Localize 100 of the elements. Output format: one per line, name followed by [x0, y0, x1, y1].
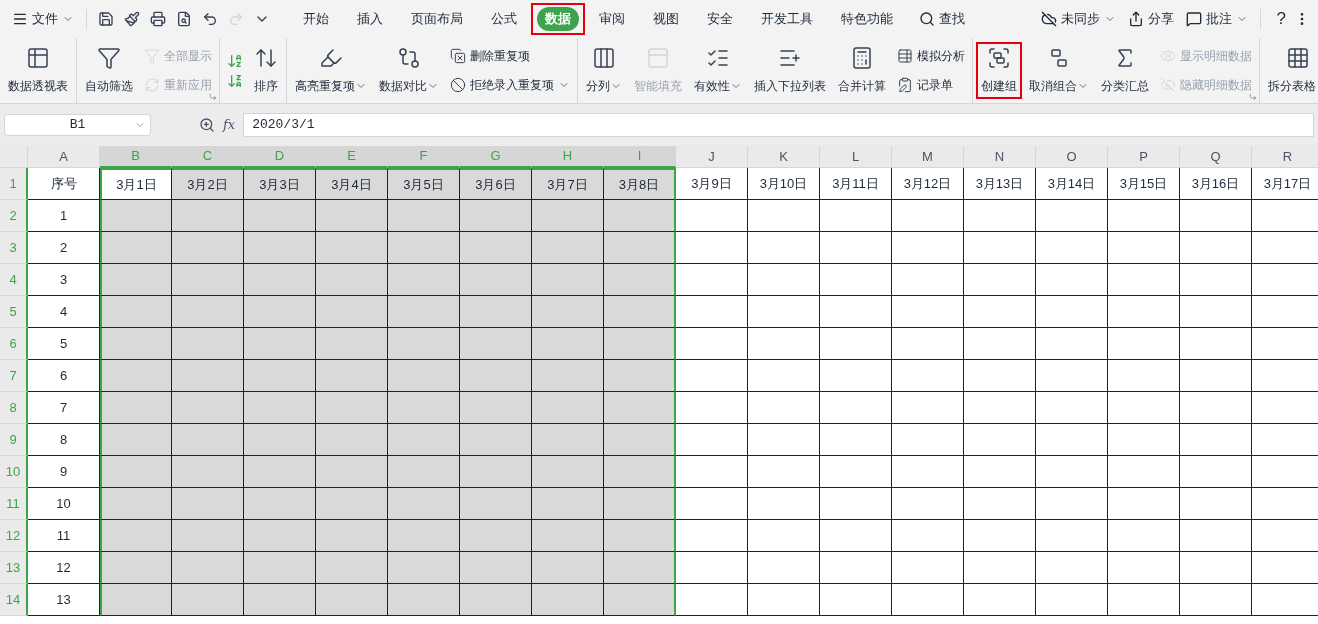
ribbon-button[interactable]: 自动筛选 [80, 42, 138, 99]
ribbon-tab[interactable]: 开发工具 [753, 7, 821, 31]
ribbon-button[interactable]: 插入下拉列表 [749, 42, 831, 99]
table-cell [532, 360, 604, 392]
share-button[interactable]: 分享 [1127, 9, 1174, 29]
table-cell [100, 264, 172, 296]
table-cell [244, 456, 316, 488]
formula-field[interactable]: 2020/3/1 [243, 113, 1314, 137]
ribbon-button[interactable]: 分列 [581, 42, 627, 99]
ribbon-tab[interactable]: 插入 [349, 7, 391, 31]
table-cell [244, 488, 316, 520]
ribbon-button[interactable]: 排序 [249, 42, 283, 99]
table-cell [316, 200, 388, 232]
table-cell [460, 328, 532, 360]
table-cell [100, 552, 172, 584]
table-cell [892, 264, 964, 296]
table-cell [244, 392, 316, 424]
table-cell [892, 232, 964, 264]
ribbon-tab[interactable]: 特色功能 [833, 7, 901, 31]
table-cell [1036, 520, 1108, 552]
table-cell [1180, 264, 1252, 296]
ribbon-tab[interactable]: 视图 [645, 7, 687, 31]
table-cell: 3月14日 [1036, 168, 1108, 200]
table-cell [172, 296, 244, 328]
ribbon-button[interactable]: 高亮重复项 [290, 42, 372, 99]
ribbon-button[interactable]: 拆分表格 [1263, 42, 1318, 99]
table-cell: 3月6日 [460, 168, 532, 200]
table-cell [316, 328, 388, 360]
table-cell [100, 328, 172, 360]
table-cell [964, 456, 1036, 488]
table-cell [892, 296, 964, 328]
table-cell [388, 264, 460, 296]
table-cell [460, 392, 532, 424]
table-cell [100, 200, 172, 232]
table-cell [532, 296, 604, 328]
sort-descending-button[interactable] [227, 72, 243, 89]
table-cell [1108, 328, 1180, 360]
ribbon-tab[interactable]: 公式 [483, 7, 525, 31]
table-cell [244, 296, 316, 328]
table-cell [964, 200, 1036, 232]
table-cell [820, 232, 892, 264]
table-icon [26, 46, 50, 70]
table-cell [316, 296, 388, 328]
table-cell [1108, 584, 1180, 616]
ribbon-button[interactable]: 数据透视表 [3, 42, 73, 99]
zoom-icon[interactable] [199, 117, 215, 133]
ribbon-tab[interactable]: 安全 [699, 7, 741, 31]
table-cell [676, 392, 748, 424]
ribbon-small-button[interactable]: 删除重复项 [450, 47, 570, 66]
table-cell [460, 488, 532, 520]
ribbon-button[interactable]: 分类汇总 [1096, 42, 1154, 99]
table-cell [676, 552, 748, 584]
table-cell [172, 488, 244, 520]
table-cell [820, 552, 892, 584]
ribbon-small-button[interactable]: 拒绝录入重复项 [450, 75, 570, 94]
table-cell [100, 392, 172, 424]
table-cell [460, 296, 532, 328]
ribbon-button[interactable]: 有效性 [689, 42, 747, 99]
ribbon-tab[interactable]: 开始 [295, 7, 337, 31]
table-cell: 3月7日 [532, 168, 604, 200]
sort-ascending-button[interactable] [227, 52, 243, 69]
ribbon-tab[interactable]: 审阅 [591, 7, 633, 31]
help-button[interactable]: ? [1272, 6, 1290, 32]
table-cell [316, 392, 388, 424]
table-cell [244, 520, 316, 552]
table-cell [100, 488, 172, 520]
table-cell [388, 360, 460, 392]
table-cell [1036, 328, 1108, 360]
printer-icon [150, 11, 166, 27]
name-box[interactable]: B1 [4, 114, 151, 136]
ribbon-small-button[interactable]: 记录单 [897, 75, 965, 94]
ribbon-button[interactable]: 数据对比 [374, 42, 444, 99]
table-cell [892, 328, 964, 360]
table-cell [820, 200, 892, 232]
table-cell [1036, 456, 1108, 488]
table-cell [172, 392, 244, 424]
ribbon-button[interactable]: 合并计算 [833, 42, 891, 99]
comment-button[interactable]: 批注 [1185, 9, 1248, 29]
ribbon-tab[interactable]: 页面布局 [403, 7, 471, 31]
ribbon-button[interactable]: 创建组 [976, 42, 1022, 99]
table-cell [244, 264, 316, 296]
table-cell [1036, 424, 1108, 456]
table-cell: 3月9日 [676, 168, 748, 200]
table-cell [676, 584, 748, 616]
table-cell [1036, 392, 1108, 424]
table-cell [1036, 232, 1108, 264]
ribbon-button[interactable]: 取消组合 [1024, 42, 1094, 99]
file-menu[interactable]: 文件 [8, 9, 78, 29]
table-cell [676, 200, 748, 232]
search-button[interactable]: 查找 [919, 9, 965, 29]
table-cell [172, 200, 244, 232]
sync-button[interactable]: 未同步 [1040, 9, 1116, 29]
table-cell [388, 424, 460, 456]
table-cell [964, 552, 1036, 584]
table-cell [748, 456, 820, 488]
ribbon-small-button[interactable]: 模拟分析 [897, 47, 965, 66]
table-cell [748, 552, 820, 584]
sort-descending-icon [227, 72, 243, 89]
table-cell [316, 584, 388, 616]
table-cell [604, 584, 676, 616]
